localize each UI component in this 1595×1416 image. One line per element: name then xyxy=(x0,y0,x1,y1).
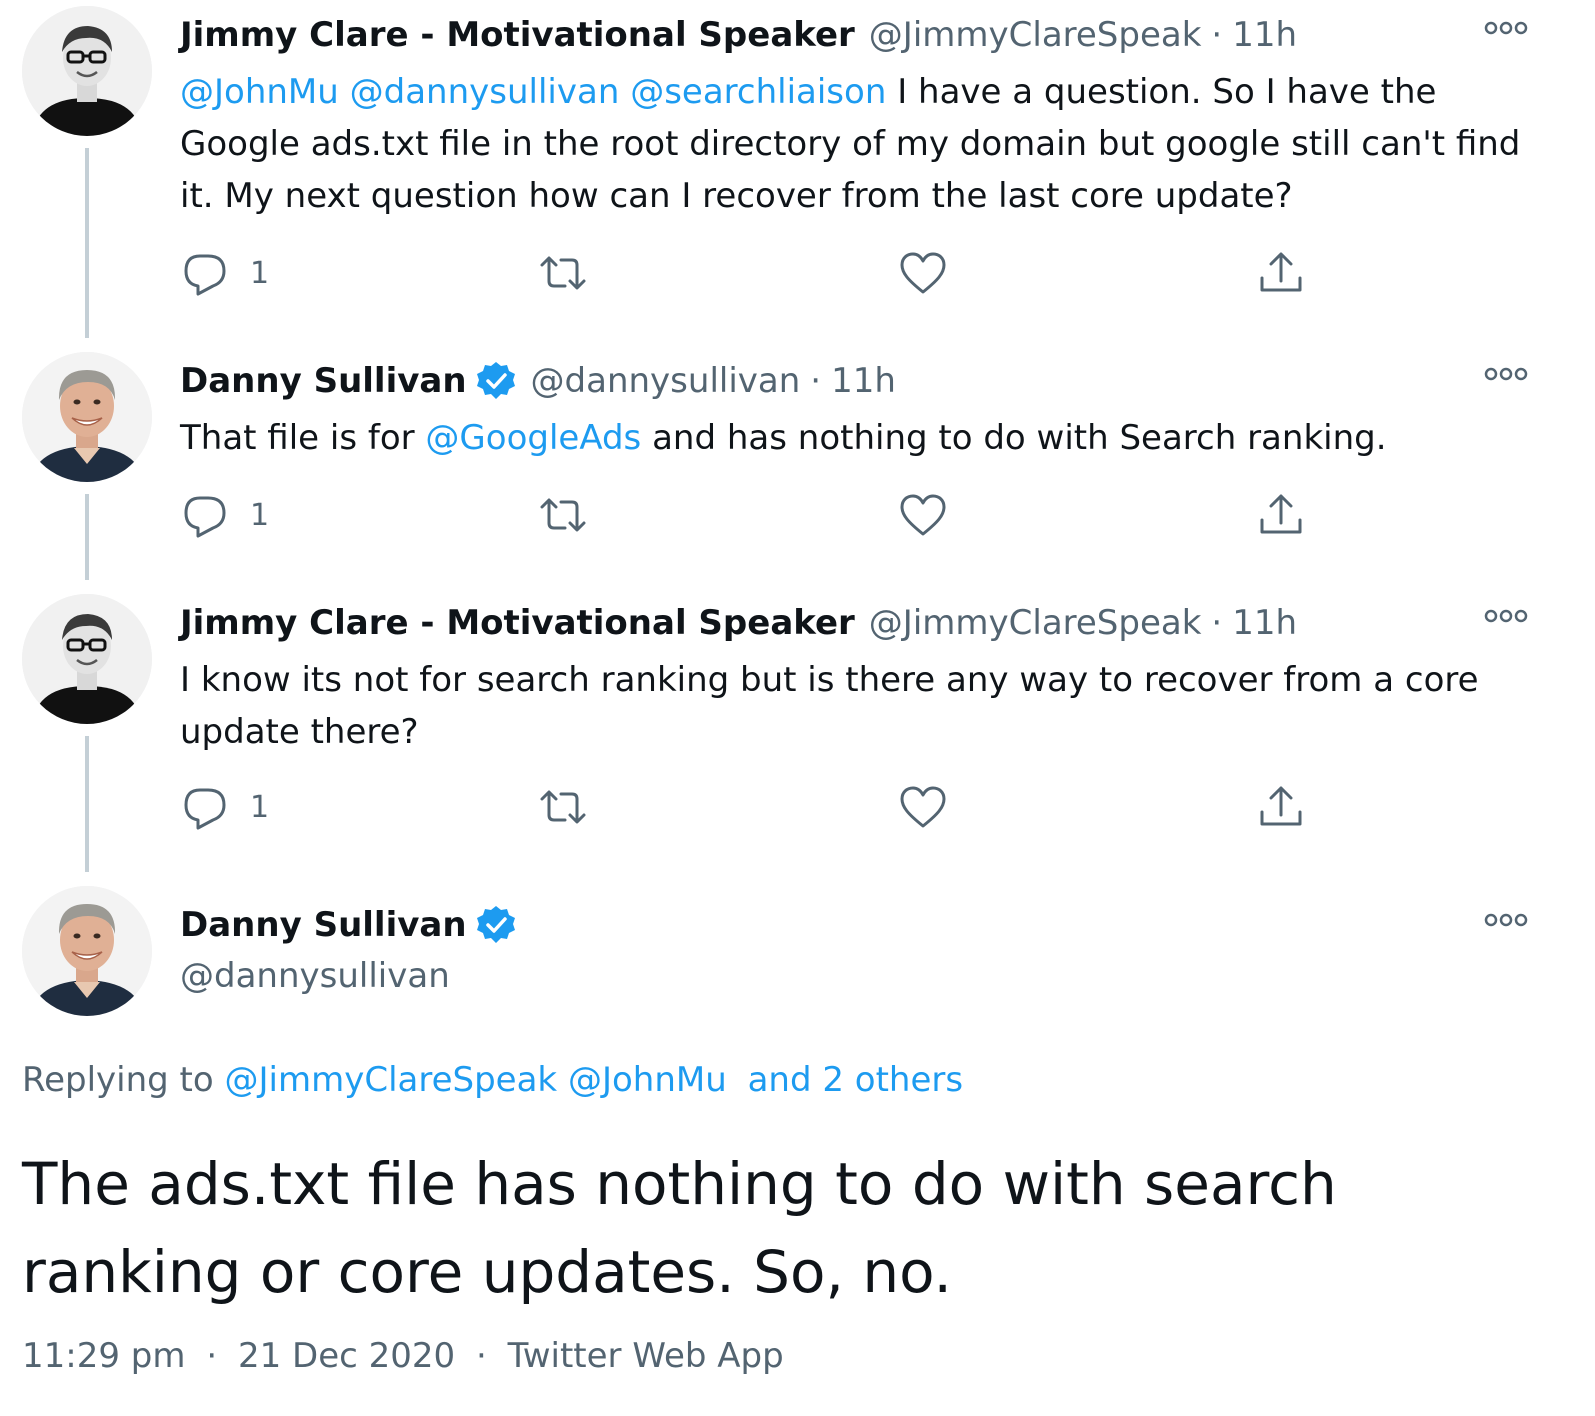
reply-count: 1 xyxy=(250,255,270,291)
replying-to: Replying to @JimmyClareSpeak @JohnMu and… xyxy=(22,1060,963,1100)
more-options-icon[interactable] xyxy=(1483,18,1529,38)
tweet-timestamp[interactable]: 11:29 pm xyxy=(22,1336,186,1376)
thread-connector-line xyxy=(85,148,89,338)
more-options-icon[interactable] xyxy=(1483,606,1529,626)
reply-button[interactable]: 1 xyxy=(180,490,269,540)
tweet-source[interactable]: Twitter Web App xyxy=(508,1336,784,1376)
heart-icon xyxy=(898,782,948,832)
author-handle[interactable]: @dannysullivan xyxy=(180,956,450,996)
retweet-button[interactable] xyxy=(538,782,588,832)
avatar-jimmy[interactable] xyxy=(22,6,152,136)
dot-separator: · xyxy=(1211,603,1223,643)
author-handle[interactable]: @dannysullivan xyxy=(531,361,801,401)
like-button[interactable] xyxy=(898,490,948,540)
share-button[interactable] xyxy=(1256,248,1306,298)
author-name[interactable]: Jimmy Clare - Motivational Speaker xyxy=(180,15,855,55)
more-options-icon[interactable] xyxy=(1483,910,1529,930)
verified-badge-icon xyxy=(475,904,517,946)
tweet-actions: 1 xyxy=(180,248,1330,298)
retweet-button[interactable] xyxy=(538,490,588,540)
dot-separator: · xyxy=(475,1336,487,1376)
thread-tweet-1[interactable]: Jimmy Clare - Motivational Speaker @Jimm… xyxy=(0,0,1595,345)
tweet-body: I know its not for search ranking but is… xyxy=(180,660,1479,752)
tweet-body-end: and has nothing to do with Search rankin… xyxy=(652,418,1387,458)
verified-badge-icon xyxy=(475,360,517,402)
like-button[interactable] xyxy=(898,782,948,832)
dot-separator: · xyxy=(206,1336,218,1376)
main-tweet-text: The ads.txt file has nothing to do with … xyxy=(22,1150,1337,1306)
main-tweet-header: Danny Sullivan xyxy=(180,902,517,948)
reply-count: 1 xyxy=(250,789,270,825)
share-upload-icon xyxy=(1256,782,1306,832)
reply-bubble-icon xyxy=(180,248,230,298)
mention-link[interactable]: @GoogleAds xyxy=(425,418,641,458)
tweet-time[interactable]: 11h xyxy=(1232,15,1297,55)
dot-separator: · xyxy=(810,361,822,401)
heart-icon xyxy=(898,248,948,298)
avatar-danny[interactable] xyxy=(22,352,152,482)
tweet-actions: 1 xyxy=(180,490,1330,540)
tweet-metadata: 11:29 pm · 21 Dec 2020 · Twitter Web App xyxy=(22,1336,784,1376)
retweet-button[interactable] xyxy=(538,248,588,298)
retweet-icon xyxy=(538,782,588,832)
thread-connector-line xyxy=(85,494,89,580)
reply-bubble-icon xyxy=(180,490,230,540)
thread-connector-line xyxy=(85,736,89,872)
author-name[interactable]: Jimmy Clare - Motivational Speaker xyxy=(180,603,855,643)
more-options-icon[interactable] xyxy=(1483,364,1529,384)
dot-separator: · xyxy=(1211,15,1223,55)
tweet-header: Danny Sullivan @dannysullivan · 11h xyxy=(180,358,896,404)
like-button[interactable] xyxy=(898,248,948,298)
retweet-icon xyxy=(538,248,588,298)
author-name[interactable]: Danny Sullivan xyxy=(180,905,467,945)
avatar-jimmy[interactable] xyxy=(22,594,152,724)
tweet-text: @JohnMu @dannysullivan @searchliaison I … xyxy=(180,66,1530,222)
author-handle[interactable]: @JimmyClareSpeak xyxy=(869,15,1202,55)
tweet-time[interactable]: 11h xyxy=(1232,603,1297,643)
mention-link[interactable]: @JohnMu xyxy=(568,1060,727,1100)
tweet-text: I know its not for search ranking but is… xyxy=(180,654,1530,758)
tweet-date[interactable]: 21 Dec 2020 xyxy=(238,1336,455,1376)
retweet-icon xyxy=(538,490,588,540)
mention-link[interactable]: @searchliaison xyxy=(630,72,886,112)
share-button[interactable] xyxy=(1256,782,1306,832)
tweet-body-start: That file is for xyxy=(180,418,415,458)
reply-button[interactable]: 1 xyxy=(180,782,269,832)
tweet-actions: 1 xyxy=(180,782,1330,832)
tweet-header: Jimmy Clare - Motivational Speaker @Jimm… xyxy=(180,12,1297,58)
tweet-header: Jimmy Clare - Motivational Speaker @Jimm… xyxy=(180,600,1297,646)
heart-icon xyxy=(898,490,948,540)
reply-count: 1 xyxy=(250,497,270,533)
replying-others-link[interactable]: and 2 others xyxy=(748,1060,964,1100)
reply-bubble-icon xyxy=(180,782,230,832)
author-handle[interactable]: @JimmyClareSpeak xyxy=(869,603,1202,643)
tweet-time[interactable]: 11h xyxy=(831,361,896,401)
reply-button[interactable]: 1 xyxy=(180,248,269,298)
thread-tweet-3[interactable]: Jimmy Clare - Motivational Speaker @Jimm… xyxy=(0,588,1595,880)
mention-link[interactable]: @JohnMu xyxy=(180,72,339,112)
share-upload-icon xyxy=(1256,248,1306,298)
tweet-text: That file is for @GoogleAds and has noth… xyxy=(180,412,1530,464)
thread-tweet-2[interactable]: Danny Sullivan @dannysullivan · 11h That… xyxy=(0,346,1595,586)
replying-label: Replying to xyxy=(22,1060,214,1100)
mention-link[interactable]: @JimmyClareSpeak xyxy=(225,1060,558,1100)
mention-link[interactable]: @dannysullivan xyxy=(350,72,620,112)
share-button[interactable] xyxy=(1256,490,1306,540)
share-upload-icon xyxy=(1256,490,1306,540)
author-name[interactable]: Danny Sullivan xyxy=(180,361,467,401)
avatar-danny[interactable] xyxy=(22,886,152,1016)
